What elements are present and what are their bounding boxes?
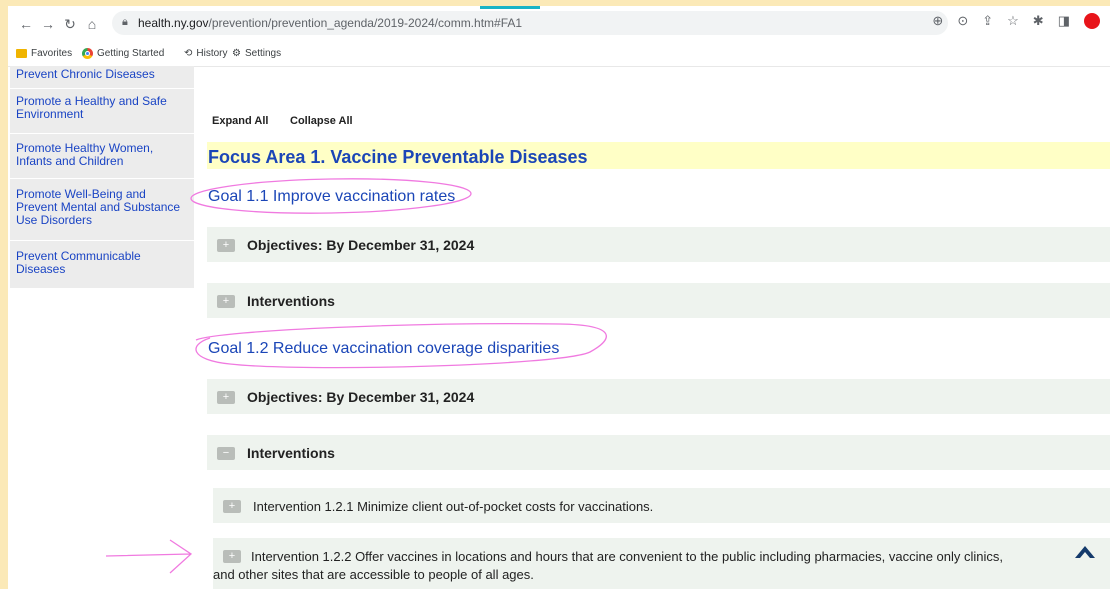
accordion-label: Interventions (247, 293, 335, 309)
bookmarks-bar: Favorites Getting Started ⟲ History ⚙ Sett… (8, 42, 1110, 67)
expand-all-button[interactable]: Expand All (212, 115, 268, 127)
cast-icon[interactable]: ⊙ (957, 13, 968, 29)
sidebar-divider (10, 240, 194, 241)
history-icon: ⟲ (184, 48, 193, 59)
profile-avatar[interactable] (1084, 13, 1100, 29)
url-text[interactable]: health.ny.gov/prevention/prevention_agen… (138, 16, 522, 30)
goal-1-2-title: Goal 1.2 Reduce vaccination coverage dis… (208, 340, 560, 357)
bookmark-label: Settings (244, 48, 282, 59)
plus-icon[interactable]: + (217, 239, 235, 252)
plus-icon[interactable]: + (223, 550, 241, 563)
bookmark-getting-started[interactable]: Getting Started (82, 48, 164, 59)
sidebar-nav: Prevent Chronic Diseases Promote a Healt… (10, 66, 194, 288)
accordion-goal-1-1-interventions[interactable]: + Interventions (207, 283, 1110, 318)
home-icon[interactable]: ⌂ (82, 14, 102, 34)
bookmark-settings[interactable]: ⚙ Settings (232, 48, 281, 59)
plus-icon[interactable]: + (217, 295, 235, 308)
sidebar-item-well-being[interactable]: Promote Well-Being and Prevent Mental an… (16, 188, 186, 227)
gear-icon: ⚙ (232, 48, 241, 59)
intervention-label-continued: and other sites that are accessible to p… (213, 567, 534, 582)
chrome-icon (82, 48, 93, 59)
bookmark-favorites[interactable]: Favorites (16, 48, 72, 59)
bookmark-label: History (196, 48, 228, 59)
bookmark-history[interactable]: ⟲ History (184, 48, 228, 59)
intervention-label: Intervention 1.2.2 Offer vaccines in loc… (251, 549, 1004, 564)
back-to-top-icon[interactable] (1072, 540, 1098, 566)
lock-icon[interactable]: 🔒︎ (122, 16, 134, 28)
accordion-label: Objectives: By December 31, 2024 (247, 389, 475, 405)
bookmark-star-icon[interactable]: ☆ (1007, 13, 1019, 29)
plus-icon[interactable]: + (217, 391, 235, 404)
accordion-goal-1-2-objectives[interactable]: + Objectives: By December 31, 2024 (207, 379, 1110, 414)
zoom-icon[interactable]: ⊕ (932, 13, 943, 29)
plus-icon[interactable]: + (223, 500, 241, 513)
forward-arrow-icon[interactable]: → (38, 14, 58, 34)
accordion-goal-1-1-objectives[interactable]: + Objectives: By December 31, 2024 (207, 227, 1110, 262)
sidebar-item-healthy-environment[interactable]: Promote a Healthy and Safe Environment (16, 95, 186, 121)
share-icon[interactable]: ⇪ (982, 13, 993, 29)
goal-1-1-title: Goal 1.1 Improve vaccination rates (208, 188, 456, 205)
accordion-label: Objectives: By December 31, 2024 (247, 237, 475, 253)
minus-icon[interactable]: − (217, 447, 235, 460)
sidebar-item-chronic-diseases[interactable]: Prevent Chronic Diseases (16, 68, 186, 81)
url-path: /prevention/prevention_agenda/2019-2024/… (208, 16, 523, 30)
bookmark-label: Favorites (31, 48, 73, 59)
bookmark-label: Getting Started (97, 48, 165, 59)
intervention-label: Intervention 1.2.1 Minimize client out-o… (253, 499, 654, 514)
accordion-goal-1-2-interventions[interactable]: − Interventions (207, 435, 1110, 470)
sidebar-item-women-infants-children[interactable]: Promote Healthy Women, Infants and Child… (16, 142, 186, 168)
url-host: health.ny.gov (138, 16, 209, 30)
frame-border-left (0, 0, 8, 589)
sidepanel-icon[interactable]: ◨ (1058, 13, 1070, 29)
accordion-label: Interventions (247, 445, 335, 461)
toolbar-right-icons: ⊕ ⊙ ⇪ ☆ ✱ ◨ (932, 13, 1100, 29)
sidebar-divider (10, 133, 194, 134)
focus-area-title: Focus Area 1. Vaccine Preventable Diseas… (208, 147, 588, 167)
folder-icon (16, 49, 27, 58)
back-arrow-icon[interactable]: ← (16, 14, 36, 34)
annotation-arrow (105, 539, 193, 574)
accordion-intervention-1-2-1[interactable]: + Intervention 1.2.1 Minimize client out… (213, 488, 1110, 523)
sidebar-item-communicable-diseases[interactable]: Prevent Communicable Diseases (16, 250, 186, 276)
active-tab-indicator (480, 6, 540, 9)
collapse-all-button[interactable]: Collapse All (290, 115, 353, 127)
sidebar-divider (10, 178, 194, 179)
accordion-intervention-1-2-2[interactable]: + Intervention 1.2.2 Offer vaccines in l… (213, 538, 1110, 589)
extensions-icon[interactable]: ✱ (1033, 13, 1044, 29)
sidebar-divider (10, 88, 194, 89)
reload-icon[interactable]: ↻ (60, 14, 80, 34)
